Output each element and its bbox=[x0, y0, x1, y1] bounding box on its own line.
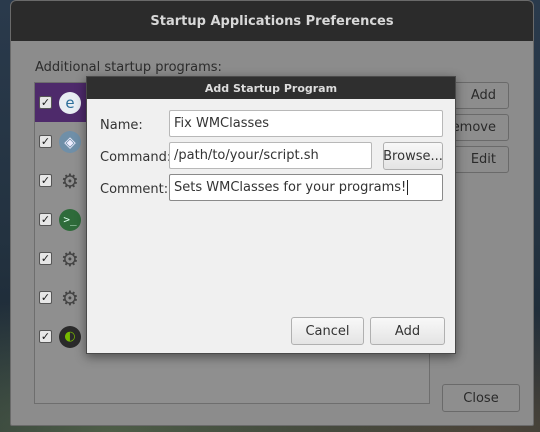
enabled-checkbox[interactable]: ✓ bbox=[39, 174, 52, 187]
cancel-button[interactable]: Cancel bbox=[291, 317, 364, 345]
gear-icon: ⚙ bbox=[61, 168, 79, 193]
close-button[interactable]: Close bbox=[442, 384, 520, 412]
enabled-checkbox[interactable]: ✓ bbox=[39, 330, 52, 343]
nvidia-icon: ◐ bbox=[59, 325, 81, 348]
add-startup-program-dialog: Add Startup Program Name: Fix WMClasses … bbox=[86, 76, 456, 354]
browser-icon: e bbox=[59, 91, 81, 114]
text-caret bbox=[407, 180, 409, 195]
browse-button[interactable]: Browse... bbox=[383, 142, 443, 170]
command-field[interactable]: /path/to/your/script.sh bbox=[169, 142, 372, 169]
add-confirm-button[interactable]: Add bbox=[370, 317, 445, 345]
enabled-checkbox[interactable]: ✓ bbox=[39, 252, 52, 265]
window-title: Startup Applications Preferences bbox=[11, 1, 533, 41]
name-value: Fix WMClasses bbox=[174, 116, 270, 131]
comment-field[interactable]: Sets WMClasses for your programs! bbox=[169, 174, 443, 201]
gear-icon: ⚙ bbox=[61, 246, 79, 271]
section-label: Additional startup programs: bbox=[35, 60, 222, 75]
name-field[interactable]: Fix WMClasses bbox=[169, 110, 443, 137]
command-label: Command: bbox=[100, 150, 172, 165]
network-icon: ◈ bbox=[59, 130, 81, 153]
enabled-checkbox[interactable]: ✓ bbox=[39, 291, 52, 304]
name-label: Name: bbox=[100, 118, 143, 133]
add-button[interactable]: Add bbox=[451, 82, 509, 109]
enabled-checkbox[interactable]: ✓ bbox=[39, 135, 52, 148]
terminal-icon: >_ bbox=[59, 208, 81, 231]
comment-value: Sets WMClasses for your programs! bbox=[174, 180, 407, 195]
command-value: /path/to/your/script.sh bbox=[174, 148, 319, 163]
gear-icon: ⚙ bbox=[61, 285, 79, 310]
remove-button[interactable]: emove bbox=[451, 114, 509, 141]
edit-button[interactable]: Edit bbox=[451, 146, 509, 173]
dialog-title: Add Startup Program bbox=[87, 77, 455, 99]
enabled-checkbox[interactable]: ✓ bbox=[39, 213, 52, 226]
comment-label: Comment: bbox=[100, 182, 169, 197]
enabled-checkbox[interactable]: ✓ bbox=[39, 96, 52, 109]
